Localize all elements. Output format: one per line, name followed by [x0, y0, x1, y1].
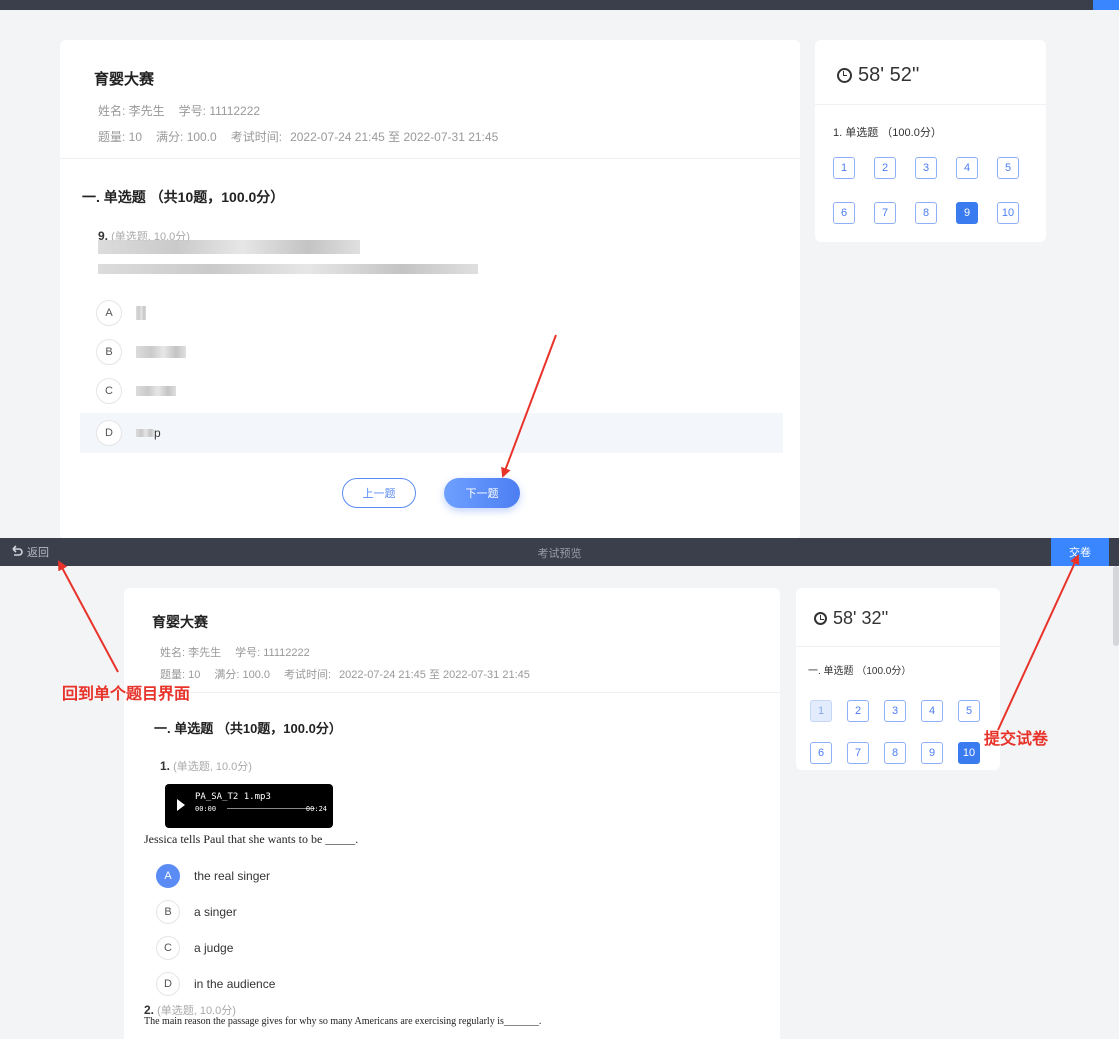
- back-annotation: 回到单个题目界面: [62, 686, 191, 703]
- arrow-to-submit-button: [997, 554, 1080, 731]
- annotation-arrows: [58, 334, 1080, 731]
- arrow-to-back-button: [58, 560, 119, 673]
- arrow-to-next-button: [501, 334, 557, 478]
- submit-annotation: 提交试卷: [984, 731, 1049, 748]
